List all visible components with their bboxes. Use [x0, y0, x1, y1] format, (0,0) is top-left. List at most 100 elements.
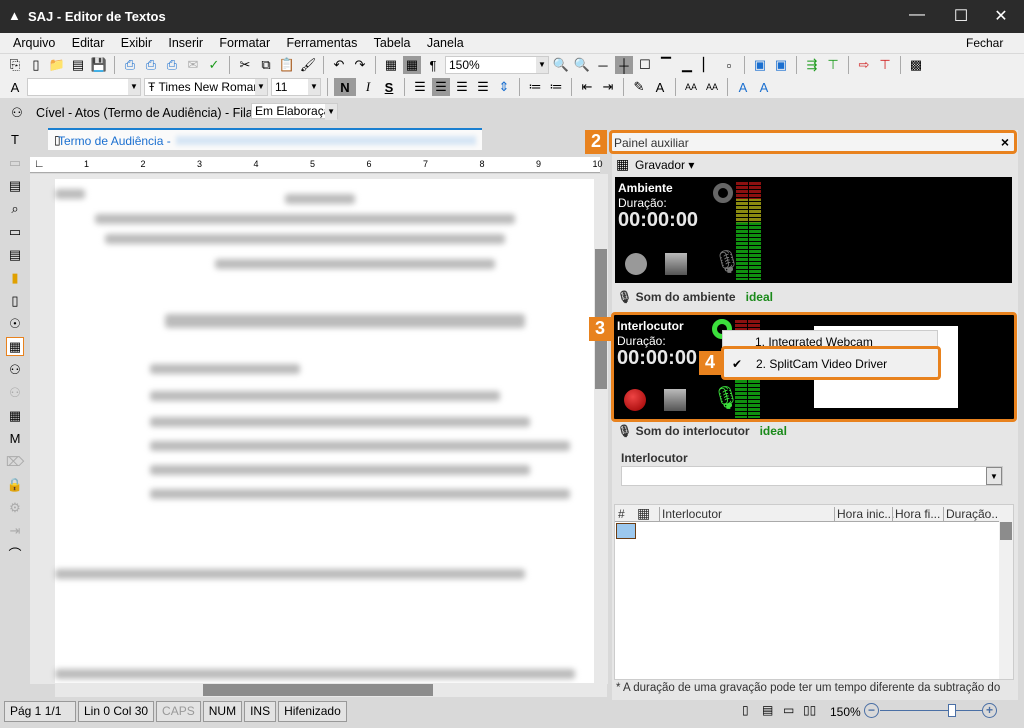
format-painter-icon[interactable]: 🖌: [299, 56, 317, 74]
minimize-button[interactable]: —: [902, 6, 932, 26]
menu-formatar[interactable]: Formatar: [219, 33, 270, 53]
email-icon[interactable]: ✉: [184, 56, 202, 74]
grow-font-icon[interactable]: A: [734, 78, 752, 96]
indent-icon[interactable]: ⇥: [599, 78, 617, 96]
zoom-slider-thumb[interactable]: [947, 704, 956, 717]
menu-arquivo[interactable]: Arquivo: [13, 33, 55, 53]
calendar-icon[interactable]: ▦: [6, 406, 24, 425]
web-layout-icon[interactable]: ▭: [783, 703, 794, 717]
record-button[interactable]: [624, 389, 646, 411]
border-left-icon[interactable]: ▏: [699, 56, 717, 74]
print-setup-icon[interactable]: ⎙: [142, 56, 160, 74]
tab-termo[interactable]: ▯ Termo de Audiência -: [48, 128, 482, 150]
open-recent-icon[interactable]: ▤: [69, 56, 87, 74]
border-top-icon[interactable]: ▔: [657, 56, 675, 74]
close-document-button[interactable]: Fechar: [966, 36, 1003, 50]
layout-alt-icon[interactable]: ▣: [772, 56, 790, 74]
menu-ferramentas[interactable]: Ferramentas: [286, 33, 357, 53]
align-center-icon[interactable]: ☰: [432, 78, 450, 96]
open-folder-icon[interactable]: 📁: [48, 56, 66, 74]
search-doc-icon[interactable]: ⌕: [6, 199, 24, 218]
workflow-icon[interactable]: ⇶: [803, 56, 821, 74]
status-hyphen[interactable]: Hifenizado: [278, 701, 347, 722]
table-scrollbar[interactable]: [999, 505, 1013, 679]
lowercase-icon[interactable]: AA: [703, 78, 721, 96]
redo-icon[interactable]: ↷: [351, 56, 369, 74]
bullets-icon[interactable]: ≔: [526, 78, 544, 96]
menu-janela[interactable]: Janela: [427, 33, 464, 53]
selected-cell[interactable]: [616, 523, 636, 539]
pilcrow-icon[interactable]: ¶: [424, 56, 442, 74]
table-scroll-thumb[interactable]: [1000, 522, 1012, 540]
justify-icon[interactable]: ☰: [474, 78, 492, 96]
stop-button[interactable]: [664, 389, 686, 411]
paint-icon[interactable]: ⌒: [6, 544, 24, 563]
seal-icon[interactable]: ☉: [6, 314, 24, 333]
font-size-select[interactable]: 11 ▼: [271, 78, 321, 96]
tree-icon[interactable]: ⊤: [824, 56, 842, 74]
stop-button[interactable]: [665, 253, 687, 275]
comment-icon[interactable]: ▭: [6, 222, 24, 241]
doc-delete-icon[interactable]: ▯: [6, 291, 24, 310]
zoom-in-icon[interactable]: 🔍: [573, 56, 591, 74]
insert-line-icon[interactable]: ─: [594, 56, 612, 74]
outdent-icon[interactable]: ⇤: [578, 78, 596, 96]
table-icon[interactable]: ▦: [382, 56, 400, 74]
col-interlocutor[interactable]: Interlocutor: [659, 507, 722, 521]
align-left-icon[interactable]: ☰: [411, 78, 429, 96]
camera-icon[interactable]: [713, 183, 733, 203]
horizontal-scrollbar[interactable]: [55, 683, 607, 697]
shrink-font-icon[interactable]: A: [755, 78, 773, 96]
zoom-out-button[interactable]: −: [864, 703, 879, 718]
manual-icon[interactable]: M: [6, 429, 24, 448]
grid-icon[interactable]: ▩: [907, 56, 925, 74]
col-end-time[interactable]: Hora fi...: [892, 507, 940, 521]
maximize-button[interactable]: ☐: [946, 6, 976, 26]
list-icon[interactable]: ▤: [6, 245, 24, 264]
italic-button[interactable]: I: [359, 78, 377, 96]
paste-icon[interactable]: 📋: [278, 56, 296, 74]
print-layout-icon[interactable]: ▤: [762, 703, 773, 717]
templates-icon[interactable]: ▤: [6, 176, 24, 195]
cross-icon[interactable]: ┼: [615, 56, 633, 74]
layout-icon[interactable]: ▣: [751, 56, 769, 74]
close-window-button[interactable]: ✕: [986, 6, 1016, 26]
vertical-scrollbar[interactable]: [594, 174, 608, 684]
align-right-icon[interactable]: ☰: [453, 78, 471, 96]
border-bottom-icon[interactable]: ▁: [678, 56, 696, 74]
table-grid-icon[interactable]: ▦: [403, 56, 421, 74]
col-duration[interactable]: Duração...: [943, 507, 1001, 521]
font-color-icon[interactable]: A: [651, 78, 669, 96]
microphone-icon[interactable]: 🎙: [713, 249, 741, 275]
copy-icon[interactable]: ⧉: [257, 56, 275, 74]
camera-option-2[interactable]: ✔ 2. SplitCam Video Driver: [721, 346, 941, 380]
col-film-icon[interactable]: ▦: [637, 505, 650, 522]
spellcheck-icon[interactable]: ✓: [205, 56, 223, 74]
interlocutor-select[interactable]: ▼: [621, 466, 1003, 486]
line-spacing-icon[interactable]: ⇕: [495, 78, 513, 96]
record-button[interactable]: [625, 253, 647, 275]
print-icon[interactable]: ⎙: [121, 56, 139, 74]
zoom-in-button[interactable]: +: [982, 703, 997, 718]
recorder-film-icon[interactable]: ▦: [6, 337, 24, 356]
lock-icon[interactable]: 🔒: [6, 475, 24, 494]
menu-tabela[interactable]: Tabela: [374, 33, 411, 53]
recorder-menu[interactable]: Gravador ▾: [635, 158, 694, 172]
bold-button[interactable]: N: [334, 78, 356, 96]
cut-icon[interactable]: ✂: [236, 56, 254, 74]
menu-editar[interactable]: Editar: [72, 33, 105, 53]
print-preview-icon[interactable]: ⎙: [163, 56, 181, 74]
menu-inserir[interactable]: Inserir: [168, 33, 203, 53]
people-icon[interactable]: ⚇: [6, 360, 24, 379]
text-cursor-icon[interactable]: T: [6, 130, 24, 149]
zoom-select[interactable]: 150% ▼: [445, 56, 549, 74]
zoom-out-icon[interactable]: 🔍: [552, 56, 570, 74]
panel-close-button[interactable]: ×: [1001, 134, 1009, 150]
col-number[interactable]: #: [618, 507, 625, 521]
style-select[interactable]: ▼: [27, 78, 141, 96]
send-icon[interactable]: ⇨: [855, 56, 873, 74]
zoom-slider[interactable]: [880, 710, 982, 711]
note-icon[interactable]: ▮: [6, 268, 24, 287]
menu-exibir[interactable]: Exibir: [121, 33, 152, 53]
hscroll-thumb[interactable]: [203, 684, 433, 696]
